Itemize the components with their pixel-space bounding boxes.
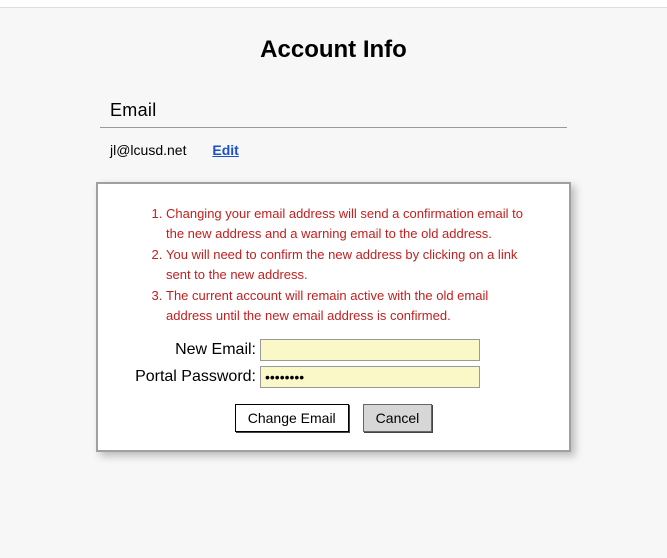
notice-item: You will need to confirm the new address… [166,245,529,284]
password-label: Portal Password: [122,368,260,386]
notice-item: The current account will remain active w… [166,286,529,325]
top-border [0,0,667,8]
page-title: Account Info [40,36,627,64]
change-email-notices: Changing your email address will send a … [166,204,529,325]
email-section-header: Email [100,100,567,128]
password-row: Portal Password: [122,366,545,388]
notice-item: Changing your email address will send a … [166,204,529,243]
new-email-label: New Email: [122,341,260,359]
password-input[interactable] [260,366,480,388]
cancel-button[interactable]: Cancel [363,404,433,432]
new-email-input[interactable] [260,339,480,361]
current-email-row: jl@lcusd.net Edit [100,142,567,158]
edit-email-link[interactable]: Edit [212,142,238,158]
change-email-button[interactable]: Change Email [235,404,349,432]
change-email-panel: Changing your email address will send a … [96,182,571,452]
new-email-row: New Email: [122,339,545,361]
current-email-value: jl@lcusd.net [110,142,186,158]
email-section: Email jl@lcusd.net Edit [100,100,567,158]
button-row: Change Email Cancel [122,404,545,432]
